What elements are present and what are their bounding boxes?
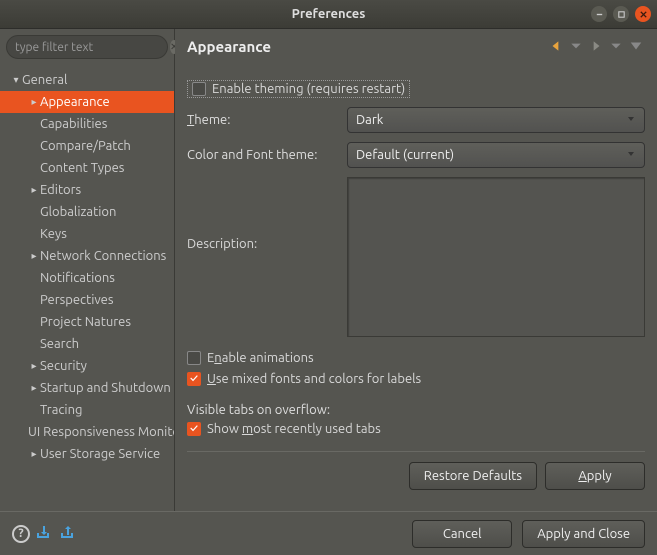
mixed-fonts-row[interactable]: Use mixed fonts and colors for labels <box>187 370 645 388</box>
tree-item-label: Compare/Patch <box>40 139 131 153</box>
tree-item-label: Notifications <box>40 271 115 285</box>
tree-item-globalization[interactable]: Globalization <box>0 201 174 223</box>
show-mru-row[interactable]: Show most recently used tabs <box>187 420 645 438</box>
color-font-theme-value: Default (current) <box>356 148 454 162</box>
tree-item-tracing[interactable]: Tracing <box>0 399 174 421</box>
minimize-button[interactable] <box>591 6 607 22</box>
theme-label: Theme: <box>187 113 337 127</box>
tree-item-capabilities[interactable]: Capabilities <box>0 113 174 135</box>
tree-item-label: Tracing <box>40 403 82 417</box>
tree-item-label: Network Connections <box>40 249 166 263</box>
visible-tabs-heading: Visible tabs on overflow: <box>187 403 645 417</box>
tree-item-search[interactable]: Search <box>0 333 174 355</box>
mixed-fonts-label: Use mixed fonts and colors for labels <box>207 372 421 386</box>
tree-item-label: UI Responsiveness Monitoring <box>28 425 174 439</box>
tree-item-label: Project Natures <box>40 315 131 329</box>
enable-theming-checkbox[interactable] <box>192 82 206 96</box>
titlebar: Preferences <box>0 0 657 28</box>
tree-item-label: General <box>22 73 67 87</box>
tree-item-compare-patch[interactable]: Compare/Patch <box>0 135 174 157</box>
tree-item-label: Search <box>40 337 79 351</box>
sidebar: ✕ ▾General▸AppearanceCapabilitiesCompare… <box>0 29 175 511</box>
show-mru-checkbox[interactable] <box>187 422 201 436</box>
help-icon[interactable]: ? <box>12 525 30 543</box>
back-button[interactable] <box>547 37 565 55</box>
theme-value: Dark <box>356 113 383 127</box>
show-mru-label: Show most recently used tabs <box>207 422 381 436</box>
dialog-footer: ? Cancel Apply and Close <box>0 511 657 555</box>
apply-and-close-button[interactable]: Apply and Close <box>522 520 645 548</box>
forward-button[interactable] <box>587 37 605 55</box>
enable-theming-row[interactable]: Enable theming (requires restart) <box>187 80 410 98</box>
tree-item-label: Security <box>40 359 87 373</box>
window-title: Preferences <box>0 7 657 21</box>
theme-combo[interactable]: Dark <box>347 107 645 133</box>
export-icon[interactable] <box>60 525 78 542</box>
collapse-icon[interactable]: ▾ <box>10 74 22 86</box>
tree-item-user-storage-service[interactable]: ▸User Storage Service <box>0 443 174 465</box>
preference-tree[interactable]: ▾General▸AppearanceCapabilitiesCompare/P… <box>0 65 174 511</box>
tree-item-ui-responsiveness-monitoring[interactable]: UI Responsiveness Monitoring <box>0 421 174 443</box>
enable-animations-row[interactable]: Enable animations <box>187 349 645 367</box>
tree-item-label: User Storage Service <box>40 447 160 461</box>
filter-box[interactable]: ✕ <box>6 35 168 59</box>
tree-item-label: Editors <box>40 183 81 197</box>
page-title: Appearance <box>187 38 271 55</box>
tree-item-general[interactable]: ▾General <box>0 69 174 91</box>
import-icon[interactable] <box>36 525 54 542</box>
tree-item-keys[interactable]: Keys <box>0 223 174 245</box>
content-pane: Appearance Enable theming (requires rest… <box>175 29 657 511</box>
tree-item-security[interactable]: ▸Security <box>0 355 174 377</box>
enable-animations-label: Enable animations <box>207 351 314 365</box>
tree-item-label: Globalization <box>40 205 116 219</box>
expand-icon[interactable]: ▸ <box>28 96 40 108</box>
tree-item-content-types[interactable]: Content Types <box>0 157 174 179</box>
tree-item-project-natures[interactable]: Project Natures <box>0 311 174 333</box>
tree-item-label: Appearance <box>40 95 110 109</box>
description-label: Description: <box>187 177 337 251</box>
close-button[interactable] <box>635 6 651 22</box>
expand-icon[interactable]: ▸ <box>28 382 40 394</box>
view-menu-icon[interactable] <box>627 37 645 55</box>
enable-animations-checkbox[interactable] <box>187 351 201 365</box>
tree-item-notifications[interactable]: Notifications <box>0 267 174 289</box>
tree-item-label: Startup and Shutdown <box>40 381 171 395</box>
tree-item-appearance[interactable]: ▸Appearance <box>0 91 174 113</box>
tree-item-perspectives[interactable]: Perspectives <box>0 289 174 311</box>
tree-item-label: Content Types <box>40 161 124 175</box>
forward-menu-icon[interactable] <box>607 37 625 55</box>
cancel-button[interactable]: Cancel <box>412 520 512 548</box>
expand-icon[interactable]: ▸ <box>28 250 40 262</box>
chevron-down-icon <box>626 113 636 127</box>
expand-icon[interactable]: ▸ <box>28 360 40 372</box>
tree-item-startup-and-shutdown[interactable]: ▸Startup and Shutdown <box>0 377 174 399</box>
expand-icon[interactable]: ▸ <box>28 448 40 460</box>
description-text[interactable] <box>347 177 645 337</box>
tree-item-editors[interactable]: ▸Editors <box>0 179 174 201</box>
restore-defaults-button[interactable]: Restore Defaults <box>409 462 537 490</box>
maximize-button[interactable] <box>613 6 629 22</box>
color-font-theme-label: Color and Font theme: <box>187 148 337 162</box>
apply-button[interactable]: Apply <box>545 462 645 490</box>
mixed-fonts-checkbox[interactable] <box>187 372 201 386</box>
window-buttons <box>591 6 651 22</box>
back-menu-icon[interactable] <box>567 37 585 55</box>
expand-icon[interactable]: ▸ <box>28 184 40 196</box>
tree-item-label: Perspectives <box>40 293 113 307</box>
enable-theming-label: Enable theming (requires restart) <box>212 82 405 96</box>
tree-item-label: Capabilities <box>40 117 107 131</box>
filter-input[interactable] <box>15 41 170 54</box>
tree-item-network-connections[interactable]: ▸Network Connections <box>0 245 174 267</box>
color-font-theme-combo[interactable]: Default (current) <box>347 142 645 168</box>
chevron-down-icon <box>626 148 636 162</box>
tree-item-label: Keys <box>40 227 67 241</box>
